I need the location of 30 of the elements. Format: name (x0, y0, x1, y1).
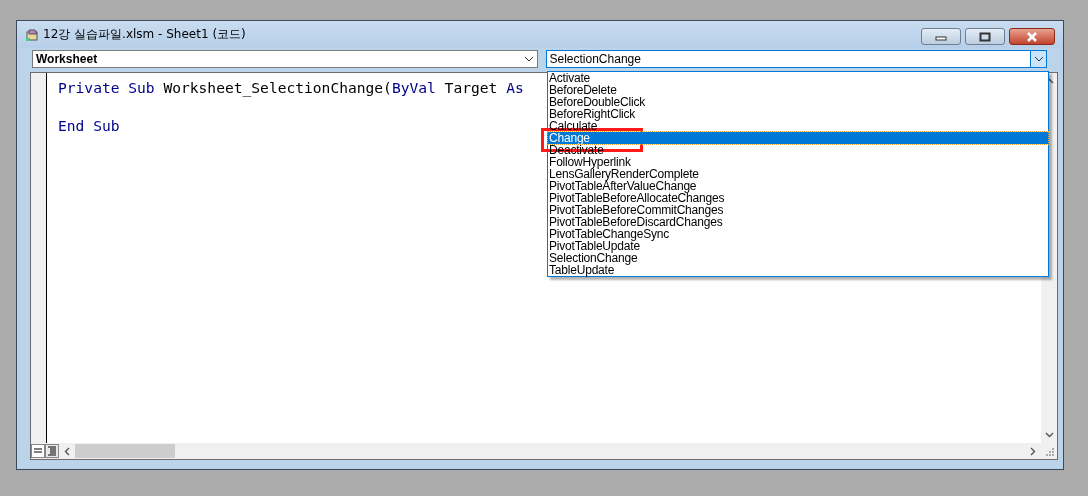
event-option[interactable]: TableUpdate (548, 264, 1048, 276)
event-option[interactable]: BeforeRightClick (548, 108, 1048, 120)
event-option[interactable]: Change (548, 132, 1048, 144)
event-option[interactable]: BeforeDoubleClick (548, 96, 1048, 108)
object-dropdown[interactable]: Worksheet (32, 50, 538, 68)
event-option[interactable]: LensGalleryRenderComplete (548, 168, 1048, 180)
event-option[interactable]: PivotTableBeforeCommitChanges (548, 204, 1048, 216)
module-view-icon[interactable] (45, 444, 59, 458)
code-line: Private Sub Worksheet_SelectionChange(ByVal Target As (58, 79, 524, 96)
caret-icon[interactable] (1030, 51, 1046, 67)
maximize-icon (979, 31, 991, 42)
event-option[interactable]: BeforeDelete (548, 84, 1048, 96)
close-button[interactable] (1009, 28, 1055, 45)
horizontal-scrollbar[interactable] (31, 443, 1057, 459)
window-title: 12강 실습파일.xlsm - Sheet1 (코드) (43, 26, 247, 43)
event-option[interactable]: PivotTableBeforeAllocateChanges (548, 192, 1048, 204)
scroll-thumb[interactable] (75, 444, 175, 458)
maximize-button[interactable] (965, 28, 1005, 45)
procedure-dropdown[interactable]: SelectionChange (545, 50, 1047, 68)
code-line: End Sub (58, 117, 120, 134)
close-icon (1025, 31, 1039, 42)
event-option[interactable]: PivotTableUpdate (548, 240, 1048, 252)
event-option[interactable]: FollowHyperlink (548, 156, 1048, 168)
module-icon (25, 27, 39, 42)
event-option[interactable]: SelectionChange (548, 252, 1048, 264)
event-option[interactable]: PivotTableBeforeDiscardChanges (548, 216, 1048, 228)
event-option[interactable]: PivotTableChangeSync (548, 228, 1048, 240)
procedure-view-icon[interactable] (31, 444, 45, 458)
event-option[interactable]: PivotTableAfterValueChange (548, 180, 1048, 192)
event-option[interactable]: Activate (548, 72, 1048, 84)
